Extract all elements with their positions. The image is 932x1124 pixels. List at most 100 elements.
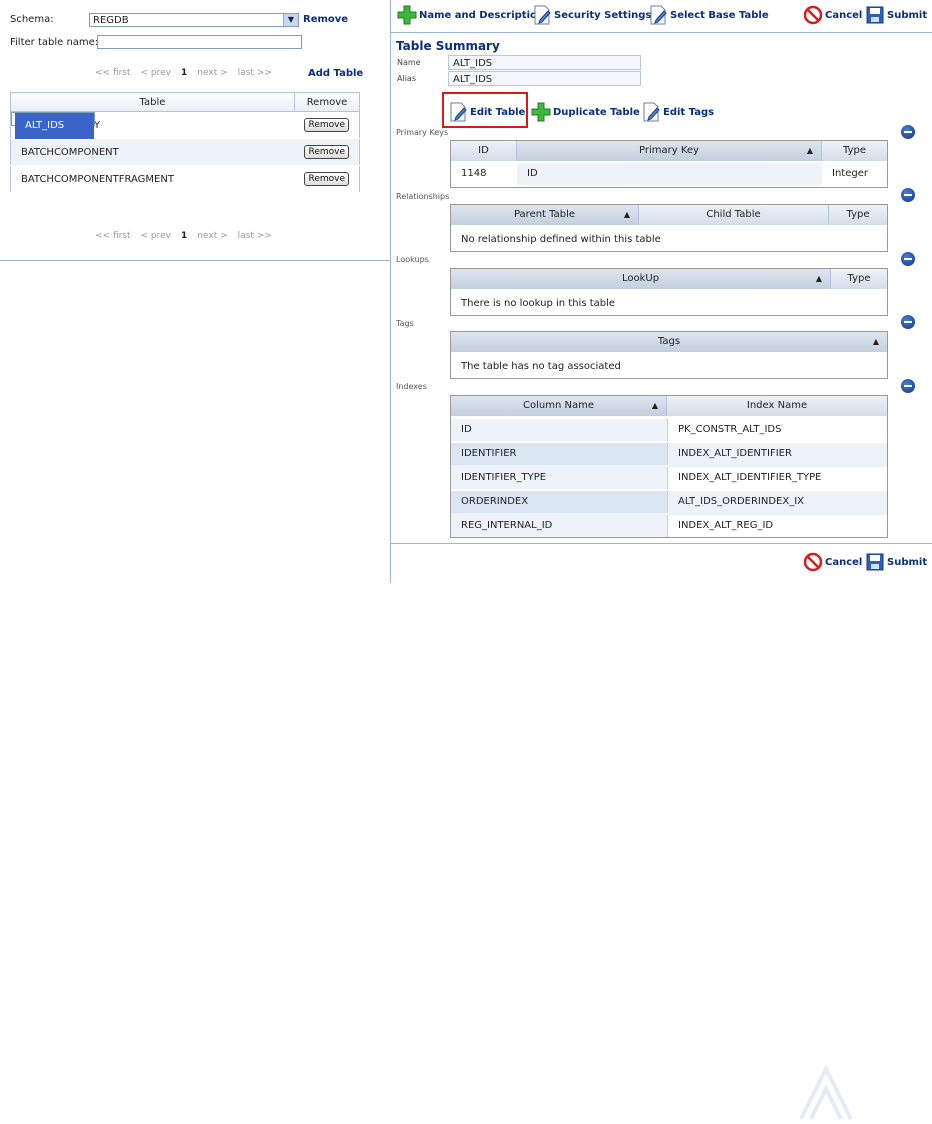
cancel-button[interactable]: Cancel: [803, 5, 862, 25]
submit-button-bottom[interactable]: Submit: [865, 552, 927, 572]
submit-label: Submit: [887, 556, 928, 568]
tags-header-label: Tags: [657, 336, 681, 347]
table-remove-cell: [74, 113, 95, 140]
submit-button[interactable]: Submit: [865, 5, 927, 25]
edit-document-icon: [650, 5, 667, 25]
lookups-label: Lookups: [396, 255, 429, 264]
pager-prev[interactable]: < prev: [141, 231, 171, 241]
name-description-button[interactable]: Name and Description: [397, 5, 544, 25]
relationships-empty-message: No relationship defined within this tabl…: [461, 234, 661, 245]
name-label: Name: [397, 58, 421, 67]
lookups-grid: LookUp ▲ Type There is no lookup in this …: [450, 268, 888, 316]
column-header-tags[interactable]: Tags ▲: [451, 332, 887, 352]
duplicate-table-label: Duplicate Table: [553, 106, 640, 118]
column-header-id[interactable]: ID: [451, 141, 517, 161]
table-row[interactable]: BATCHCOMPONENTFRAGMENT Remove: [10, 165, 360, 193]
edit-document-icon: [643, 102, 660, 122]
schema-select-value: REGDB: [93, 15, 129, 26]
parent-table-header-label: Parent Table: [513, 209, 576, 220]
security-settings-button[interactable]: Security Settings: [532, 5, 651, 25]
select-base-table-button[interactable]: Select Base Table: [648, 5, 769, 25]
index-name-cell: ALT_IDS_ORDERINDEX_IX: [667, 491, 887, 513]
column-header-table[interactable]: Table: [10, 92, 295, 112]
primary-key-header-label: Primary Key: [639, 145, 699, 156]
plus-icon: [531, 102, 551, 122]
collapse-tags-icon[interactable]: [901, 315, 915, 329]
chevron-down-icon[interactable]: ▼: [283, 14, 298, 26]
remove-table-button[interactable]: Remove: [304, 145, 349, 159]
sort-asc-icon: ▲: [806, 146, 813, 155]
relationships-label: Relationships: [396, 192, 450, 201]
table-row[interactable]: REG_INTERNAL_ID INDEX_ALT_REG_ID: [451, 515, 887, 539]
pager-last[interactable]: last >>: [238, 68, 272, 78]
sort-asc-icon: ▲: [872, 337, 879, 346]
column-name-header-label: Column Name: [523, 400, 594, 411]
table-row[interactable]: IDENTIFIER INDEX_ALT_IDENTIFIER: [451, 443, 887, 467]
remove-table-button[interactable]: Remove: [304, 172, 349, 186]
pk-name-cell: ID: [517, 163, 822, 185]
plus-icon: [397, 5, 417, 25]
submit-label: Submit: [887, 9, 928, 21]
sort-asc-icon: ▲: [815, 274, 822, 283]
table-name[interactable]: ALT_IDS: [15, 113, 75, 140]
primary-keys-grid: ID Primary Key ▲ Type 1148 ID Integer: [450, 140, 888, 188]
edit-table-highlight: [442, 92, 528, 128]
column-header-type[interactable]: Type: [822, 141, 887, 161]
collapse-lookups-icon[interactable]: [901, 252, 915, 266]
add-table-link[interactable]: Add Table: [308, 68, 363, 79]
duplicate-table-button[interactable]: Duplicate Table: [531, 102, 640, 122]
pager-next[interactable]: next >: [197, 68, 227, 78]
filter-input[interactable]: [97, 35, 302, 49]
index-column-cell: ORDERINDEX: [451, 491, 667, 513]
pager-first[interactable]: << first: [95, 68, 131, 78]
save-icon: [866, 6, 884, 24]
column-header-primary-key[interactable]: Primary Key ▲: [517, 141, 822, 161]
lookups-empty-message: There is no lookup in this table: [461, 298, 616, 309]
pager-current: 1: [181, 68, 188, 78]
table-row[interactable]: IDENTIFIER_TYPE INDEX_ALT_IDENTIFIER_TYP…: [451, 467, 887, 491]
cancel-label: Cancel: [825, 556, 863, 568]
table-row[interactable]: 1148 ID Integer: [451, 163, 887, 187]
table-name[interactable]: BATCHCOMPONENTFRAGMENT: [10, 165, 295, 193]
relationships-grid: Parent Table ▲ Child Table Type No relati…: [450, 204, 888, 252]
table-row[interactable]: ALT_IDS: [11, 112, 96, 140]
collapse-relationships-icon[interactable]: [901, 188, 915, 202]
pager-prev[interactable]: < prev: [141, 68, 171, 78]
remove-schema-link[interactable]: Remove: [303, 14, 348, 25]
select-base-table-label: Select Base Table: [670, 9, 769, 21]
column-header-parent-table[interactable]: Parent Table ▲: [451, 205, 639, 225]
bottom-toolbar: Cancel Submit: [391, 543, 932, 1120]
table-name[interactable]: BATCHCOMPONENT: [10, 138, 295, 166]
remove-table-button[interactable]: Remove: [304, 118, 349, 132]
pager-last[interactable]: last >>: [238, 231, 272, 241]
alias-value: ALT_IDS: [448, 71, 641, 86]
table-row[interactable]: ORDERINDEX ALT_IDS_ORDERINDEX_IX: [451, 491, 887, 515]
column-header-index-name[interactable]: Index Name: [667, 396, 887, 416]
collapse-primary-keys-icon[interactable]: [901, 125, 915, 139]
table-summary-title: Table Summary: [396, 39, 500, 53]
index-column-cell: REG_INTERNAL_ID: [451, 515, 667, 537]
indexes-label: Indexes: [396, 382, 427, 391]
index-name-cell: PK_CONSTR_ALT_IDS: [667, 419, 887, 441]
table-row[interactable]: BATCHCOMPONENT Remove: [10, 138, 360, 166]
column-header-child-table[interactable]: Child Table: [639, 205, 829, 225]
edit-tags-label: Edit Tags: [663, 106, 715, 118]
table-list-panel: Schema: REGDB ▼ Remove Filter table name…: [0, 0, 390, 261]
schema-label: Schema:: [10, 14, 54, 25]
column-header-lookup[interactable]: LookUp ▲: [451, 269, 831, 289]
save-icon: [866, 553, 884, 571]
column-header-type[interactable]: Type: [831, 269, 887, 289]
name-value: ALT_IDS: [448, 55, 641, 70]
tags-label: Tags: [396, 319, 414, 328]
cancel-button-bottom[interactable]: Cancel: [803, 552, 862, 572]
collapse-indexes-icon[interactable]: [901, 379, 915, 393]
pk-type-cell: Integer: [832, 168, 868, 179]
pager-first[interactable]: << first: [95, 231, 131, 241]
table-row[interactable]: ID PK_CONSTR_ALT_IDS: [451, 419, 887, 443]
column-header-type[interactable]: Type: [829, 205, 887, 225]
top-toolbar: Name and Description Security Settings S…: [391, 0, 932, 33]
edit-tags-button[interactable]: Edit Tags: [641, 102, 714, 122]
pager-next[interactable]: next >: [197, 231, 227, 241]
schema-select[interactable]: REGDB ▼: [89, 13, 299, 27]
column-header-column-name[interactable]: Column Name ▲: [451, 396, 667, 416]
